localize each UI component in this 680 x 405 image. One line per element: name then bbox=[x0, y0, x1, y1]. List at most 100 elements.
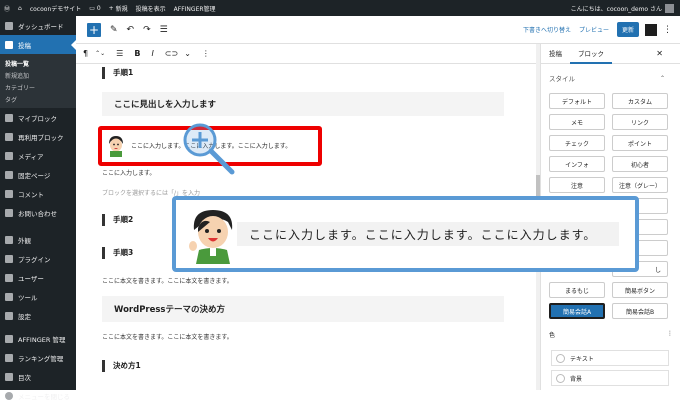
link-icon[interactable]: ⊂⊃ bbox=[165, 49, 178, 58]
toolbar-actions: 下書きへ切り替え プレビュー 更新 ⋮ bbox=[523, 22, 680, 37]
color-panel-header[interactable]: 色 ⋮ bbox=[549, 330, 673, 339]
step-heading[interactable]: 決め方1 bbox=[102, 360, 141, 372]
character-avatar bbox=[109, 136, 123, 157]
paragraph-icon[interactable]: ¶ bbox=[83, 49, 88, 58]
sidebar-item-media[interactable]: メディア bbox=[0, 146, 76, 165]
bold-icon[interactable]: B bbox=[134, 49, 140, 58]
posts-submenu: 投稿一覧 新規追加 カテゴリー タグ bbox=[0, 54, 76, 108]
character-avatar bbox=[189, 210, 233, 264]
sidebar-item-appearance[interactable]: 外観 bbox=[0, 230, 76, 249]
sidebar-item-toc[interactable]: 目次 bbox=[0, 367, 76, 386]
undo-icon[interactable]: ↶ bbox=[127, 25, 135, 35]
settings-toggle-icon[interactable] bbox=[645, 23, 657, 36]
sidebar-item-reusable[interactable]: 再利用ブロック bbox=[0, 127, 76, 146]
speech-bubble-preview: ここに入力します。ここに入力します。ここに入力します。 bbox=[172, 196, 639, 272]
magnifier-icon bbox=[183, 123, 235, 175]
step-heading[interactable]: 手順2 bbox=[102, 214, 133, 226]
sidebar-label: ツール bbox=[18, 293, 38, 302]
comment-icon bbox=[5, 189, 13, 198]
preview-button[interactable]: プレビュー bbox=[579, 25, 609, 34]
chevron-down-icon[interactable]: ⌄ bbox=[184, 49, 191, 58]
submenu-tags[interactable]: タグ bbox=[0, 93, 76, 105]
style-option[interactable]: 簡易ボタン bbox=[612, 282, 668, 298]
comments-link[interactable]: ▭ 0 bbox=[85, 0, 104, 16]
more-options-icon[interactable]: ⋮ bbox=[663, 25, 672, 35]
style-option[interactable]: リンク bbox=[612, 114, 668, 130]
tab-post[interactable]: 投稿 bbox=[541, 44, 570, 64]
gear-icon bbox=[5, 334, 13, 343]
close-icon[interactable]: ✕ bbox=[656, 49, 663, 58]
sidebar-item-ranking[interactable]: ランキング管理 bbox=[0, 348, 76, 367]
sidebar-label: コメント bbox=[18, 190, 44, 199]
sidebar-item-myblock[interactable]: マイブロック bbox=[0, 108, 76, 127]
submenu-all-posts[interactable]: 投稿一覧 bbox=[0, 57, 76, 69]
sidebar-item-contact[interactable]: お問い合わせ bbox=[0, 203, 76, 222]
settings-tabs: 投稿 ブロック ✕ bbox=[541, 44, 680, 64]
sidebar-item-dashboard[interactable]: ダッシュボード bbox=[0, 16, 76, 35]
tab-block[interactable]: ブロック bbox=[570, 44, 612, 64]
style-option[interactable]: デフォルト bbox=[549, 93, 605, 109]
align-icon[interactable]: ☰ bbox=[116, 49, 123, 58]
style-option[interactable]: カスタム bbox=[612, 93, 668, 109]
submenu-categories[interactable]: カテゴリー bbox=[0, 81, 76, 93]
move-icon[interactable]: ⌃⌄ bbox=[95, 50, 105, 57]
home-icon[interactable]: ⌂ bbox=[14, 0, 26, 16]
account-greeting[interactable]: こんにちは、cocoon_demo さん bbox=[567, 0, 680, 16]
submenu-add-new[interactable]: 新規追加 bbox=[0, 69, 76, 81]
sidebar-item-affinger[interactable]: AFFINGER 管理 bbox=[0, 329, 76, 348]
step-heading[interactable]: 手順3 bbox=[102, 247, 133, 259]
italic-icon[interactable]: I bbox=[151, 49, 153, 58]
style-option[interactable]: 初心者 bbox=[612, 156, 668, 172]
style-option[interactable]: 注意（グレー） bbox=[612, 177, 668, 193]
wordpress-logo-icon[interactable]: Ⓦ bbox=[0, 0, 14, 16]
editor-toolbar: + ✎ ↶ ↷ ☰ 下書きへ切り替え プレビュー 更新 ⋮ bbox=[76, 16, 680, 44]
style-option[interactable]: 簡易会話B bbox=[612, 303, 668, 319]
page-icon bbox=[5, 170, 13, 179]
sidebar-label: AFFINGER 管理 bbox=[18, 335, 66, 344]
sidebar-item-posts[interactable]: 投稿 bbox=[0, 35, 76, 54]
sidebar-collapse-menu[interactable]: メニューを閉じる bbox=[0, 386, 76, 405]
color-item-label: テキスト bbox=[570, 355, 594, 363]
redo-icon[interactable]: ↷ bbox=[143, 25, 151, 35]
sidebar-label: ユーザー bbox=[18, 274, 44, 283]
switch-to-draft-button[interactable]: 下書きへ切り替え bbox=[523, 25, 571, 34]
plus-icon: + bbox=[108, 4, 114, 12]
affinger-link[interactable]: AFFINGER管理 bbox=[170, 0, 220, 16]
list-view-icon[interactable]: ☰ bbox=[160, 25, 168, 35]
view-post-link[interactable]: 投稿を表示 bbox=[132, 0, 170, 16]
sidebar-item-plugins[interactable]: プラグイン bbox=[0, 249, 76, 268]
sidebar-item-users[interactable]: ユーザー bbox=[0, 268, 76, 287]
step-heading[interactable]: 手順1 bbox=[102, 67, 133, 79]
heading-block[interactable]: WordPressテーマの決め方 bbox=[102, 296, 504, 322]
color-option-text[interactable]: テキスト bbox=[551, 350, 669, 366]
style-option[interactable]: ポイント bbox=[612, 135, 668, 151]
style-option[interactable]: 注意 bbox=[549, 177, 605, 193]
color-option-background[interactable]: 背景 bbox=[551, 370, 669, 386]
style-option[interactable]: メモ bbox=[549, 114, 605, 130]
sidebar-label: 投稿 bbox=[18, 41, 31, 50]
site-name-link[interactable]: cocoonデモサイト bbox=[26, 0, 85, 16]
color-swatch-icon bbox=[556, 353, 565, 363]
sidebar-label: プラグイン bbox=[18, 255, 51, 264]
add-block-button[interactable]: + bbox=[87, 22, 101, 37]
admin-sidebar: ダッシュボード 投稿 投稿一覧 新規追加 カテゴリー タグ マイブロック 再利用… bbox=[0, 16, 76, 401]
sidebar-item-comments[interactable]: コメント bbox=[0, 184, 76, 203]
style-option[interactable]: チェック bbox=[549, 135, 605, 151]
heading-block[interactable]: ここに見出しを入力します bbox=[102, 92, 504, 116]
style-panel-header[interactable]: スタイル ⌃ bbox=[541, 69, 680, 87]
sidebar-item-tools[interactable]: ツール bbox=[0, 287, 76, 306]
paragraph-block[interactable]: ここに入力します。 bbox=[102, 168, 155, 177]
sidebar-label: 固定ページ bbox=[18, 171, 51, 180]
paragraph-block[interactable]: ここに本文を書きます。ここに本文を書きます。 bbox=[102, 332, 233, 341]
paragraph-block[interactable]: ここに本文を書きます。ここに本文を書きます。 bbox=[102, 276, 233, 285]
new-link[interactable]: + 新規 bbox=[105, 0, 132, 16]
more-options-icon[interactable]: ⋮ bbox=[202, 49, 210, 58]
sidebar-item-pages[interactable]: 固定ページ bbox=[0, 165, 76, 184]
style-option[interactable]: まるもじ bbox=[549, 282, 605, 298]
pencil-icon[interactable]: ✎ bbox=[110, 25, 118, 35]
update-button[interactable]: 更新 bbox=[616, 22, 639, 37]
style-option-selected[interactable]: 簡易会話A bbox=[549, 303, 605, 319]
more-options-icon[interactable]: ⋮ bbox=[667, 330, 673, 339]
style-option[interactable]: インフォ bbox=[549, 156, 605, 172]
sidebar-item-settings[interactable]: 設定 bbox=[0, 306, 76, 325]
